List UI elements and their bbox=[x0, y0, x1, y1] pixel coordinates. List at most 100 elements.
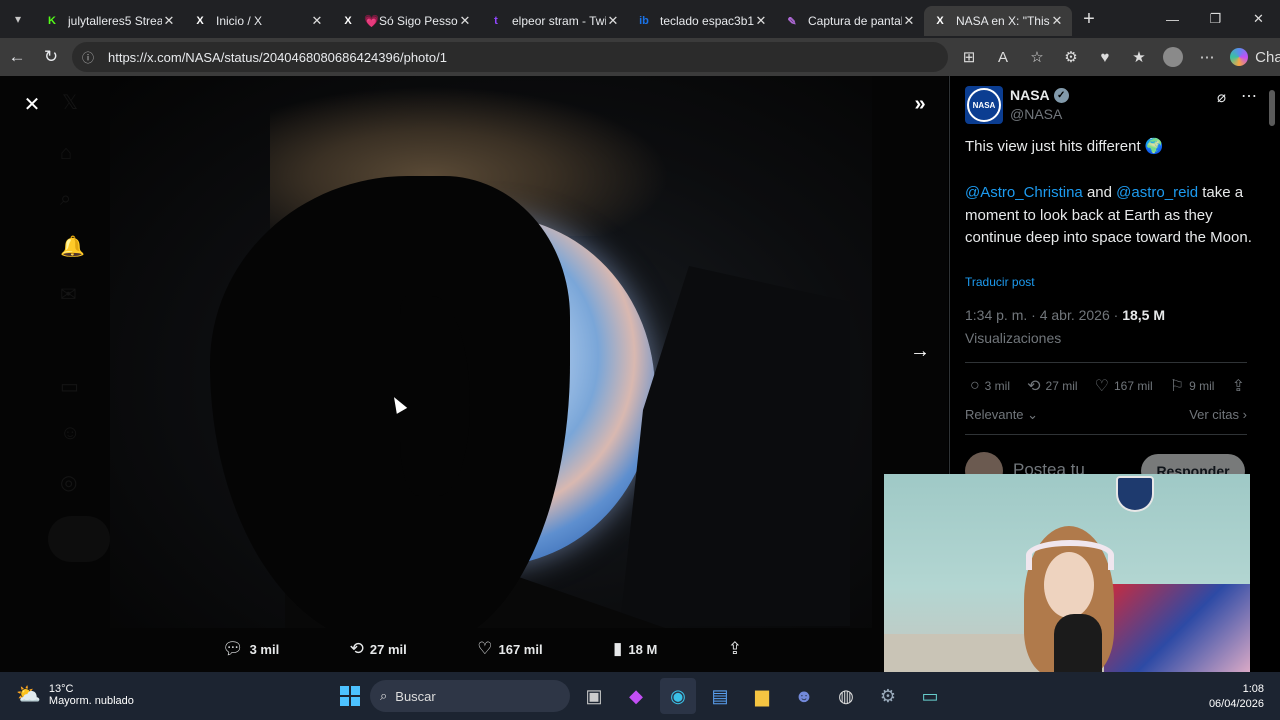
translate-post-link[interactable]: Traducir post bbox=[965, 275, 1035, 289]
start-button[interactable] bbox=[336, 682, 364, 710]
photo-action-bar: 💬︎ 3 mil ⟲ 27 mil ♡ 167 mil ▮ 18 M ⇪ bbox=[222, 638, 742, 660]
collapse-sidebar-icon[interactable]: » bbox=[906, 90, 934, 118]
sort-relevance-dropdown[interactable]: Relevante ⌄ bbox=[965, 407, 1038, 423]
tab-close-icon[interactable]: ✕ bbox=[902, 13, 916, 29]
repost-icon: ⟲ bbox=[349, 639, 364, 658]
headset bbox=[1026, 540, 1114, 570]
nasa-avatar[interactable]: NASA bbox=[965, 86, 1003, 124]
replies-sort-row: Relevante ⌄ Ver citas › bbox=[965, 407, 1247, 423]
new-tab-button[interactable]: + bbox=[1072, 8, 1106, 31]
system-clock[interactable]: 1:08 06/04/2026 bbox=[1209, 682, 1264, 712]
browser-tab[interactable]: X Inicio / X ✕ bbox=[184, 6, 332, 36]
windows-taskbar: ⛅ 13°C Mayorm. nublado ⌕ Buscar ▣ ◆ ◉ ▤ … bbox=[0, 672, 1280, 720]
tweet-actions: ○ 3 mil ⟲ 27 mil ♡ 167 mil ⚐ 9 mil ⇪ bbox=[970, 376, 1245, 396]
tab-favicon-icon: t bbox=[494, 15, 498, 27]
site-info-icon[interactable]: ⓘ bbox=[82, 49, 98, 65]
verified-badge-icon: ✓ bbox=[1053, 87, 1069, 103]
grok-icon[interactable]: ⌀ bbox=[1217, 88, 1226, 106]
microphone bbox=[1054, 614, 1102, 680]
sidebar-scrollbar[interactable] bbox=[1269, 90, 1275, 126]
copilot-app-icon[interactable]: ◆ bbox=[618, 678, 654, 714]
messages-icon: ✉ bbox=[60, 284, 77, 306]
tab-close-icon[interactable]: ✕ bbox=[458, 13, 472, 29]
next-photo-icon[interactable]: → bbox=[906, 337, 934, 365]
browser-tab[interactable]: ib teclado espac3b1o ✕ bbox=[628, 6, 776, 36]
browser-tab[interactable]: X NASA en X: "This vi✕ bbox=[924, 6, 1072, 36]
tab-title: Inicio / X bbox=[216, 14, 263, 28]
more-options-icon[interactable]: ⋯ bbox=[1190, 38, 1224, 76]
share-icon: ⇪ bbox=[727, 639, 742, 658]
task-view-icon[interactable]: ▣ bbox=[576, 678, 612, 714]
tweet-text-body: @Astro_Christina and @astro_reid take a … bbox=[965, 184, 1252, 246]
mention-astro-reid[interactable]: @astro_reid bbox=[1116, 184, 1198, 201]
copilot-chat-button[interactable]: Chat bbox=[1230, 38, 1280, 76]
tab-close-icon[interactable]: ✕ bbox=[310, 13, 324, 29]
profile-avatar[interactable] bbox=[1163, 47, 1183, 67]
author-handle[interactable]: @NASA bbox=[1010, 106, 1062, 122]
reload-icon[interactable]: ↻ bbox=[34, 40, 68, 74]
photo-like-button[interactable]: ♡ 167 mil bbox=[477, 639, 542, 659]
favorite-star-icon[interactable]: ☆ bbox=[1020, 38, 1054, 76]
tab-actions-menu-icon[interactable]: ▾ bbox=[0, 0, 36, 38]
photo-share-button[interactable]: ⇪ bbox=[728, 639, 742, 659]
weather-widget[interactable]: ⛅ 13°C Mayorm. nublado bbox=[16, 682, 134, 707]
favorites-icon[interactable]: ★ bbox=[1122, 38, 1156, 76]
tab-close-icon[interactable]: ✕ bbox=[162, 13, 176, 29]
tweet-more-icon[interactable]: ⋯ bbox=[1241, 86, 1257, 106]
browser-toolbar: ← ↻ ⓘ https://x.com/NASA/status/20404680… bbox=[0, 38, 1280, 76]
browser-tab[interactable]: X 💗Só Sigo Pessoas✕ bbox=[332, 6, 480, 36]
close-photo-icon[interactable]: ✕ bbox=[18, 90, 46, 118]
tab-title: julytalleres5 Stream bbox=[68, 14, 162, 28]
discord-icon[interactable]: ☻ bbox=[786, 678, 822, 714]
store-icon[interactable]: ▤ bbox=[702, 678, 738, 714]
photo-reply-button[interactable]: 💬︎ 3 mil bbox=[222, 639, 279, 659]
minimize-icon[interactable]: — bbox=[1151, 0, 1194, 38]
like-button[interactable]: ♡ 167 mil bbox=[1095, 376, 1153, 396]
share-button[interactable]: ⇪ bbox=[1232, 376, 1245, 396]
maximize-icon[interactable]: ❐ bbox=[1194, 0, 1237, 38]
tab-title: 💗Só Sigo Pessoas bbox=[364, 14, 458, 28]
obs-icon[interactable]: ◍ bbox=[828, 678, 864, 714]
copilot-icon bbox=[1230, 48, 1248, 66]
close-window-icon[interactable]: ✕ bbox=[1237, 0, 1280, 38]
search-icon: ⌕ bbox=[380, 688, 388, 703]
back-icon[interactable]: ← bbox=[0, 40, 34, 74]
repost-button[interactable]: ⟲ 27 mil bbox=[1027, 376, 1077, 396]
photo-repost-button[interactable]: ⟲ 27 mil bbox=[350, 639, 407, 659]
read-aloud-icon[interactable]: A bbox=[986, 38, 1020, 76]
tab-favicon-icon: X bbox=[936, 15, 944, 27]
analytics-icon: ▮ bbox=[613, 639, 623, 658]
mention-astro-christina[interactable]: @Astro_Christina bbox=[965, 184, 1083, 201]
tab-favicon-icon: X bbox=[344, 15, 352, 27]
photo-views-button[interactable]: ▮ 18 M bbox=[613, 639, 657, 659]
browser-tab[interactable]: t elpeor stram - Twit ✕ bbox=[480, 6, 628, 36]
bookmark-button[interactable]: ⚐ 9 mil bbox=[1170, 376, 1215, 396]
browser-tab[interactable]: Kjulytalleres5 Stream✕ bbox=[36, 6, 184, 36]
tab-title: Captura de pantalla bbox=[808, 14, 902, 28]
tab-title: NASA en X: "This vi bbox=[956, 14, 1050, 28]
address-bar[interactable]: ⓘ https://x.com/NASA/status/204046808068… bbox=[72, 42, 948, 72]
home-icon: ⌂ bbox=[60, 142, 73, 164]
reply-icon: ○ bbox=[970, 377, 980, 394]
browser-essentials-icon[interactable]: ♥ bbox=[1088, 38, 1122, 76]
settings-icon[interactable]: ⚙ bbox=[870, 678, 906, 714]
club-crest bbox=[1116, 476, 1154, 512]
file-explorer-icon[interactable]: ▆ bbox=[744, 678, 780, 714]
reply-button[interactable]: ○ 3 mil bbox=[970, 376, 1010, 396]
author-display-name[interactable]: NASA ✓ bbox=[1010, 87, 1069, 103]
tab-close-icon[interactable]: ✕ bbox=[754, 13, 768, 29]
app-available-icon[interactable]: ⊞ bbox=[952, 38, 986, 76]
profile-icon: ☺ bbox=[60, 422, 81, 444]
extensions-icon[interactable]: ⚙ bbox=[1054, 38, 1088, 76]
browser-tab[interactable]: ✎ Captura de pantalla✕ bbox=[776, 6, 924, 36]
tab-close-icon[interactable]: ✕ bbox=[606, 13, 620, 29]
bookmark-icon: ⚐ bbox=[1169, 378, 1185, 395]
bookmarks-icon: ▭ bbox=[60, 376, 79, 398]
tab-favicon-icon: K bbox=[48, 15, 56, 27]
edge-icon[interactable]: ◉ bbox=[660, 678, 696, 714]
notifications-icon: 🔔 bbox=[60, 236, 85, 258]
view-quotes-link[interactable]: Ver citas › bbox=[1189, 407, 1247, 423]
tab-close-icon[interactable]: ✕ bbox=[1050, 13, 1064, 29]
taskbar-search[interactable]: ⌕ Buscar bbox=[370, 680, 570, 712]
terminal-icon[interactable]: ▭ bbox=[912, 678, 948, 714]
